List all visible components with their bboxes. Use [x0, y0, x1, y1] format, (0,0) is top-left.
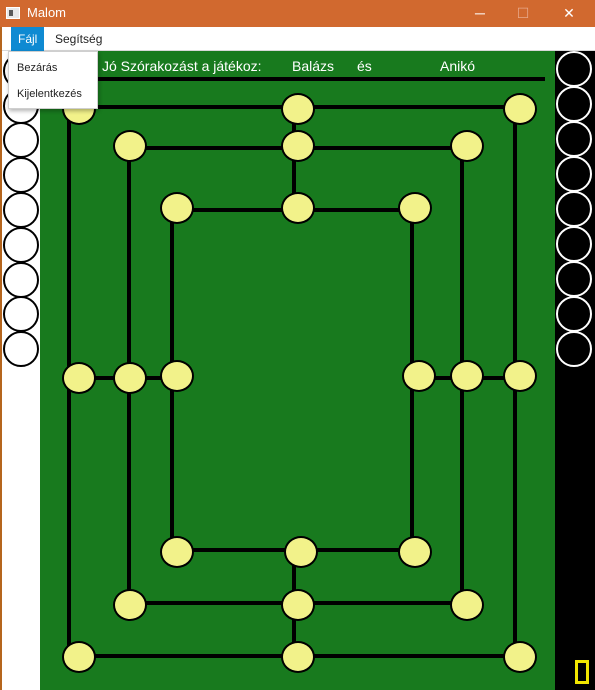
board-node[interactable] — [281, 93, 315, 125]
board-node[interactable] — [281, 130, 315, 162]
white-piece[interactable] — [3, 262, 39, 298]
close-button[interactable]: ✕ — [546, 0, 592, 27]
header-divider — [40, 77, 545, 81]
white-piece[interactable] — [3, 122, 39, 158]
board-node[interactable] — [113, 130, 147, 162]
player1-name: Balázs — [292, 58, 335, 74]
menu-bar: Fájl Segítség — [2, 27, 595, 51]
window-title: Malom — [27, 5, 67, 20]
board-node[interactable] — [113, 589, 147, 621]
menu-help[interactable]: Segítség — [48, 27, 109, 51]
file-dropdown-menu: Bezárás Kijelentkezés — [8, 51, 98, 109]
menu-item-logout[interactable]: Kijelentkezés — [9, 82, 97, 106]
board-node[interactable] — [281, 589, 315, 621]
black-piece[interactable] — [556, 121, 592, 157]
board-node[interactable] — [160, 360, 194, 392]
white-piece[interactable] — [3, 331, 39, 367]
white-piece[interactable] — [3, 192, 39, 228]
title-bar: Malom ─ ☐ ✕ — [0, 0, 595, 27]
board-node[interactable] — [284, 536, 318, 568]
board-node[interactable] — [62, 362, 96, 394]
board-node[interactable] — [281, 192, 315, 224]
white-piece[interactable] — [3, 296, 39, 332]
board-node[interactable] — [450, 589, 484, 621]
player2-name: Anikó — [440, 58, 476, 74]
black-piece[interactable] — [556, 226, 592, 262]
black-piece[interactable] — [556, 191, 592, 227]
board-node[interactable] — [281, 641, 315, 673]
board-node[interactable] — [503, 93, 537, 125]
board-node[interactable] — [398, 536, 432, 568]
minimize-button[interactable]: ─ — [457, 0, 503, 27]
connector-label: és — [357, 58, 372, 74]
greeting-label: Jó Szórakozást a játékoz: — [102, 58, 262, 74]
board-node[interactable] — [402, 360, 436, 392]
maximize-button[interactable]: ☐ — [500, 0, 546, 27]
board-node[interactable] — [503, 360, 537, 392]
black-piece[interactable] — [556, 51, 592, 87]
black-piece[interactable] — [556, 261, 592, 297]
white-piece[interactable] — [3, 157, 39, 193]
board-node[interactable] — [450, 130, 484, 162]
board-node[interactable] — [503, 641, 537, 673]
black-piece[interactable] — [556, 86, 592, 122]
board-node[interactable] — [398, 192, 432, 224]
board-node[interactable] — [450, 360, 484, 392]
black-piece[interactable] — [556, 331, 592, 367]
black-piece[interactable] — [556, 156, 592, 192]
black-piece[interactable] — [556, 296, 592, 332]
menu-file[interactable]: Fájl — [11, 27, 45, 51]
board-node[interactable] — [113, 362, 147, 394]
board-node[interactable] — [160, 192, 194, 224]
menu-item-close[interactable]: Bezárás — [9, 56, 97, 80]
app-icon — [6, 7, 20, 19]
board-node[interactable] — [62, 641, 96, 673]
turn-indicator — [575, 660, 589, 684]
board-node[interactable] — [160, 536, 194, 568]
white-piece[interactable] — [3, 227, 39, 263]
app-window: Malom ─ ☐ ✕ Fájl Segítség Jó Szórakozást… — [0, 0, 595, 690]
